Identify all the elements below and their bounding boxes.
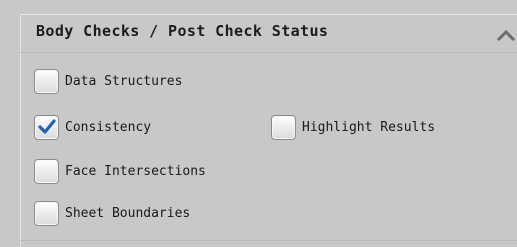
body-checks-panel: Body Checks / Post Check Status Data Str…: [0, 0, 517, 247]
chevron-up-icon[interactable]: [496, 28, 516, 42]
checkmark-icon: [38, 118, 56, 134]
checkbox-label: Highlight Results: [302, 119, 436, 135]
checkbox-label: Consistency: [65, 119, 152, 135]
checkbox-label: Face Intersections: [65, 163, 206, 179]
panel-header[interactable]: Body Checks / Post Check Status: [20, 14, 517, 54]
checkbox-label: Data Structures: [65, 73, 183, 89]
checkbox-box[interactable]: [34, 114, 59, 140]
checkbox-face-intersections[interactable]: Face Intersections: [34, 158, 206, 184]
checkbox-highlight-results[interactable]: Highlight Results: [271, 114, 435, 140]
panel-bottom-divider: [20, 240, 517, 241]
checkbox-box[interactable]: [34, 200, 59, 226]
checkbox-box[interactable]: [34, 158, 59, 184]
checkbox-label: Sheet Boundaries: [65, 205, 191, 221]
checkbox-consistency[interactable]: Consistency: [34, 114, 151, 140]
panel-title: Body Checks / Post Check Status: [36, 22, 329, 40]
checkbox-sheet-boundaries[interactable]: Sheet Boundaries: [34, 200, 190, 226]
header-divider: [20, 52, 517, 53]
checkbox-box[interactable]: [271, 114, 296, 140]
checkbox-data-structures[interactable]: Data Structures: [34, 68, 182, 94]
checkbox-box[interactable]: [34, 68, 59, 94]
